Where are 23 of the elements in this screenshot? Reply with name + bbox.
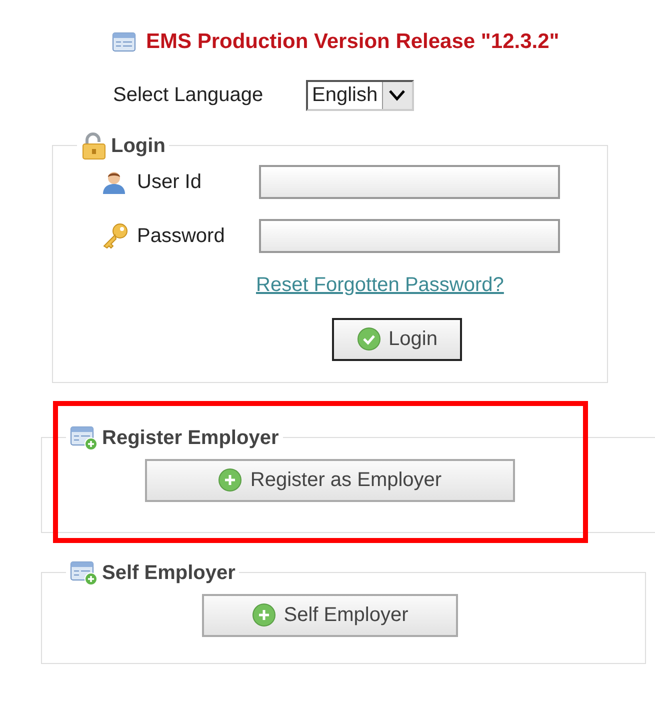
reset-password-link[interactable]: Reset Forgotten Password? — [256, 270, 504, 300]
form-add-icon — [70, 424, 98, 450]
form-icon — [112, 30, 136, 53]
caret-icon — [388, 89, 406, 101]
panel-title: Login — [111, 134, 166, 158]
input-field[interactable] — [259, 164, 560, 198]
panel-title: Register Employer — [102, 426, 279, 450]
plus-icon — [252, 603, 276, 627]
form-add-icon — [70, 560, 98, 586]
check-icon — [356, 327, 381, 351]
login-button[interactable]: Login — [332, 318, 462, 360]
key-icon — [101, 222, 129, 248]
page-title: EMS Production Version Release "12.3.2" — [146, 29, 560, 55]
register-button[interactable]: Self Employer — [202, 594, 458, 636]
language-label: Select Language — [113, 83, 264, 108]
password-field[interactable] — [259, 218, 560, 252]
field-label: Password — [137, 224, 226, 248]
register-button[interactable]: Register as Employer — [145, 458, 515, 502]
padlock-icon — [81, 132, 107, 160]
field-label: User Id — [137, 170, 202, 194]
panel-title: Self Employer — [102, 560, 236, 586]
plus-icon — [218, 468, 242, 492]
language-dropdown[interactable]: English — [306, 80, 414, 110]
